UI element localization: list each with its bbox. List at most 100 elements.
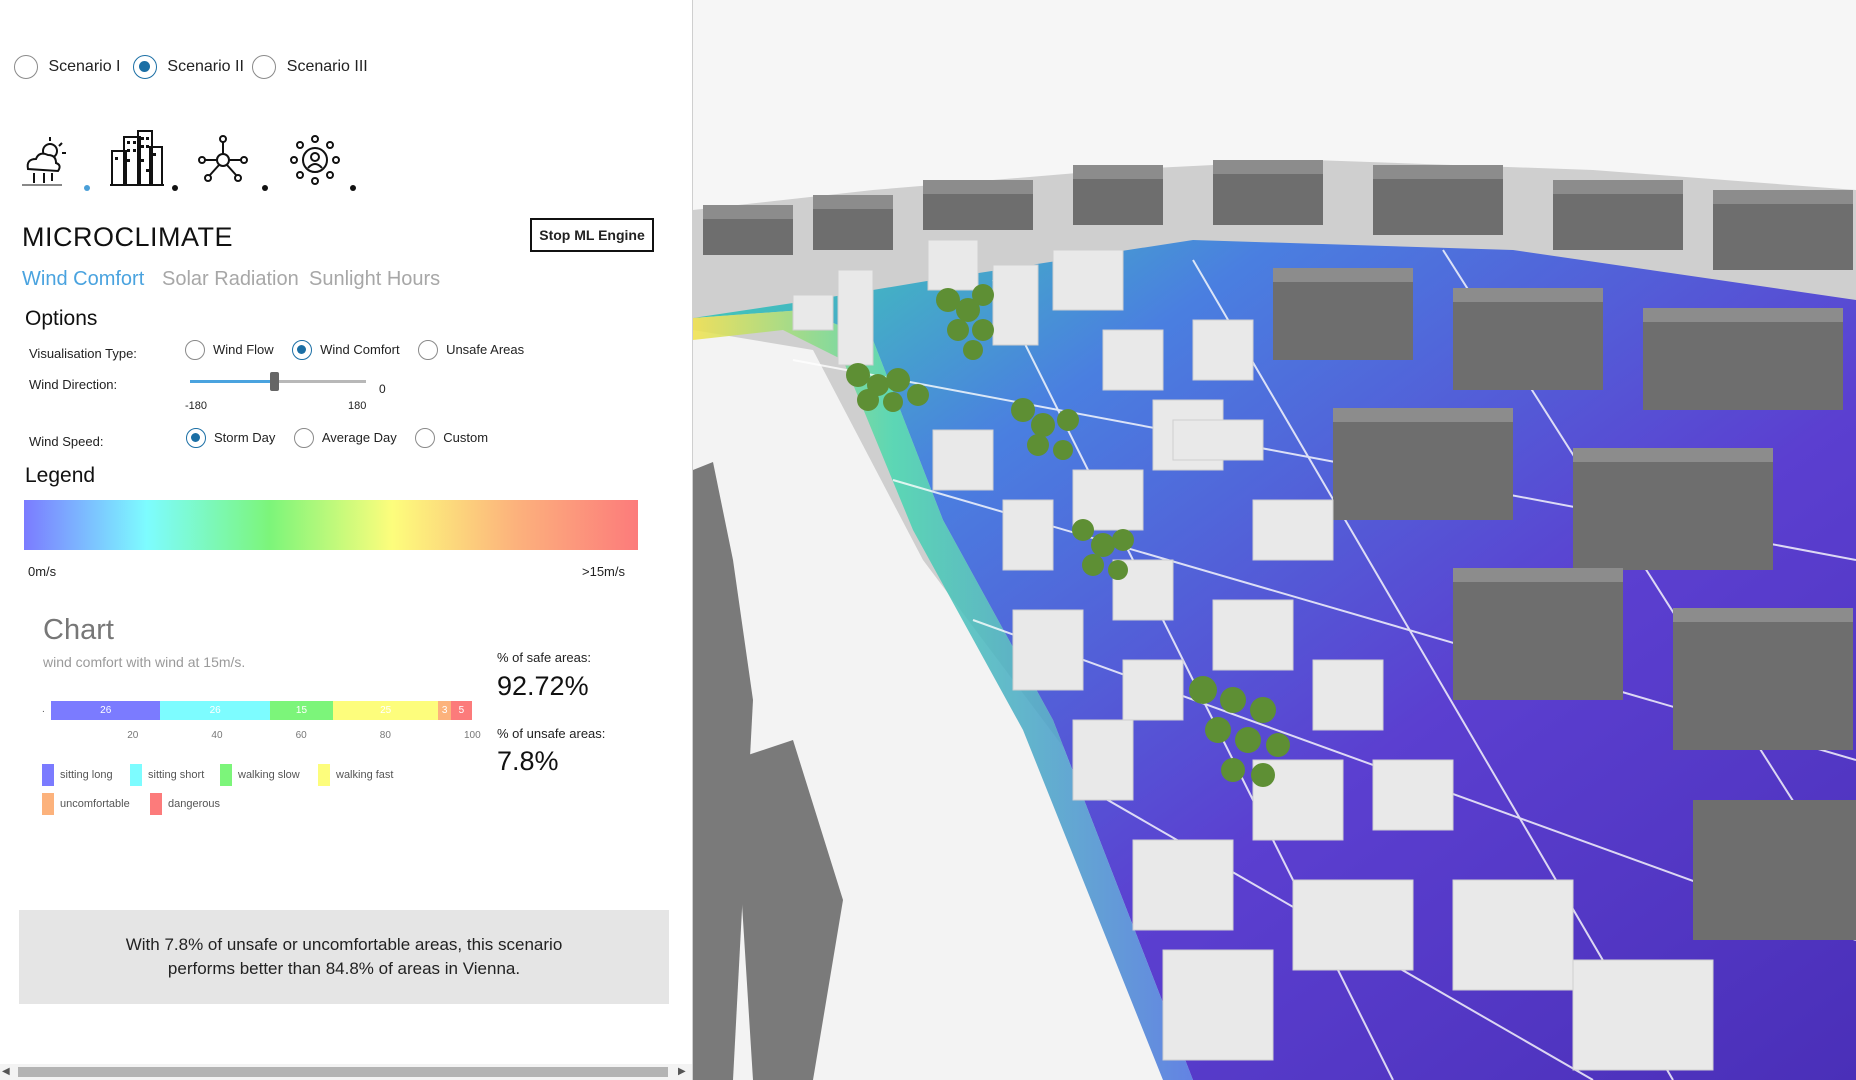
- x-tick-label: 100: [464, 730, 481, 741]
- inactive-dot-indicator: [262, 185, 268, 191]
- radio-indicator[interactable]: [132, 55, 157, 79]
- chart-subtitle: wind comfort with wind at 15m/s.: [43, 654, 246, 670]
- scenario-selector: Scenario I Scenario II Scenario III: [14, 55, 368, 79]
- scenario-1-label: Scenario I: [48, 58, 121, 76]
- tab-sunlight-hours[interactable]: Sunlight Hours: [309, 268, 440, 291]
- slider-fill: [190, 380, 275, 383]
- category-icon-bar: [22, 130, 362, 195]
- x-tick-label: 60: [295, 730, 307, 741]
- active-dot-indicator: [84, 185, 90, 191]
- radio-indicator[interactable]: [14, 55, 38, 79]
- inactive-dot-indicator: [350, 185, 356, 191]
- network-icon[interactable]: [198, 135, 248, 185]
- city-model-render: [693, 160, 1856, 1080]
- microclimate-icon[interactable]: [22, 135, 70, 190]
- radio-indicator[interactable]: [293, 428, 314, 448]
- scenario-3-label: Scenario III: [286, 58, 368, 76]
- unsafe-areas-label: % of unsafe areas:: [497, 726, 606, 741]
- legend-min-label: 0m/s: [28, 564, 57, 579]
- legend-max-label: >15m/s: [582, 564, 625, 579]
- wind-speed-label: Wind Speed:: [29, 434, 104, 449]
- radio-indicator[interactable]: [418, 340, 439, 360]
- scroll-right-arrow-icon[interactable]: ▶: [678, 1066, 686, 1077]
- wind-flow-radio[interactable]: Wind Flow: [185, 340, 274, 360]
- wind-direction-slider[interactable]: [190, 370, 366, 394]
- control-panel: Scenario I Scenario II Scenario III MICR…: [0, 0, 693, 1080]
- wind-speed-group: Storm Day Average Day Custom: [186, 428, 488, 448]
- custom-radio[interactable]: Custom: [415, 428, 489, 448]
- storm-day-label: Storm Day: [214, 430, 276, 446]
- average-day-radio[interactable]: Average Day: [293, 428, 397, 448]
- stop-ml-engine-button[interactable]: Stop ML Engine: [530, 218, 654, 252]
- scenario-3-radio[interactable]: Scenario III: [252, 55, 368, 79]
- legend-swatch: [150, 793, 162, 815]
- x-tick-label: 20: [127, 730, 139, 741]
- slider-value: 0: [379, 382, 386, 396]
- storm-day-radio[interactable]: Storm Day: [186, 428, 276, 448]
- average-day-label: Average Day: [321, 430, 397, 446]
- legend-label: sitting long: [60, 769, 113, 781]
- options-heading: Options: [25, 307, 98, 330]
- legend-swatch: [42, 764, 54, 786]
- legend-label: dangerous: [168, 798, 220, 810]
- inactive-dot-indicator: [172, 185, 178, 191]
- custom-label: Custom: [443, 430, 489, 446]
- chart-x-axis: 20 40 60 80 100: [51, 730, 481, 744]
- legend-gradient-bar: [24, 500, 638, 550]
- safe-areas-label: % of safe areas:: [497, 650, 591, 665]
- summary-box: With 7.8% of unsafe or uncomfortable are…: [19, 910, 669, 1004]
- scenario-2-radio[interactable]: Scenario II: [132, 55, 248, 79]
- chart-title: Chart: [43, 614, 114, 646]
- unsafe-areas-value: 7.8%: [497, 746, 559, 776]
- radio-indicator[interactable]: [415, 428, 436, 448]
- wind-comfort-label: Wind Comfort: [320, 342, 400, 358]
- legend-swatch: [130, 764, 142, 786]
- bar-segment-walking-slow: 15: [269, 701, 334, 720]
- legend-swatch: [318, 764, 330, 786]
- legend-label: walking fast: [336, 769, 394, 781]
- scenario-1-radio[interactable]: Scenario I: [14, 55, 125, 79]
- axis-start-label: .: [42, 704, 45, 715]
- radio-indicator[interactable]: [186, 428, 206, 448]
- wind-comfort-radio[interactable]: Wind Comfort: [292, 340, 400, 360]
- slider-max-label: 180: [348, 400, 367, 412]
- slider-thumb[interactable]: [270, 372, 280, 391]
- 3d-city-viewport[interactable]: [693, 0, 1856, 1080]
- radio-indicator[interactable]: [185, 340, 205, 360]
- legend-label: walking slow: [238, 769, 300, 781]
- stacked-bar-chart: 26 26 15 25 3 5: [51, 701, 472, 720]
- slider-min-label: -180: [185, 400, 208, 412]
- legend-label: uncomfortable: [60, 798, 130, 810]
- visualisation-type-group: Wind Flow Wind Comfort Unsafe Areas: [185, 340, 524, 360]
- community-icon[interactable]: [290, 135, 340, 185]
- unsafe-areas-radio[interactable]: Unsafe Areas: [418, 340, 525, 360]
- horizontal-scrollbar[interactable]: ◀ ▶: [0, 1064, 692, 1080]
- radio-indicator[interactable]: [292, 340, 313, 360]
- chart-legend: sitting long sitting short walking slow wal…: [42, 764, 482, 824]
- legend-swatch: [42, 793, 54, 815]
- x-tick-label: 80: [379, 730, 391, 741]
- wind-direction-label: Wind Direction:: [29, 377, 118, 392]
- tab-solar-radiation[interactable]: Solar Radiation: [162, 268, 299, 291]
- wind-flow-label: Wind Flow: [213, 342, 274, 358]
- section-title: MICROCLIMATE: [22, 222, 234, 252]
- scenario-2-label: Scenario II: [167, 58, 244, 76]
- visualisation-type-label: Visualisation Type:: [29, 346, 137, 361]
- bar-segment-dangerous: 5: [450, 701, 472, 720]
- bar-segment-walking-fast: 25: [333, 701, 439, 720]
- bar-segment-uncomfortable: 3: [438, 701, 451, 720]
- bar-segment-sitting-long: 26: [51, 701, 161, 720]
- buildings-icon[interactable]: [110, 129, 164, 189]
- summary-text: With 7.8% of unsafe or uncomfortable are…: [125, 935, 563, 978]
- legend-label: sitting short: [148, 769, 205, 781]
- legend-heading: Legend: [25, 464, 96, 487]
- radio-indicator[interactable]: [252, 55, 277, 79]
- x-tick-label: 40: [211, 730, 223, 741]
- unsafe-areas-label: Unsafe Areas: [446, 342, 525, 358]
- bar-segment-sitting-short: 26: [160, 701, 270, 720]
- scrollbar-thumb[interactable]: [18, 1067, 668, 1077]
- safe-areas-value: 92.72%: [497, 671, 589, 701]
- scroll-left-arrow-icon[interactable]: ◀: [2, 1066, 10, 1077]
- tab-wind-comfort[interactable]: Wind Comfort: [22, 268, 144, 291]
- legend-swatch: [220, 764, 232, 786]
